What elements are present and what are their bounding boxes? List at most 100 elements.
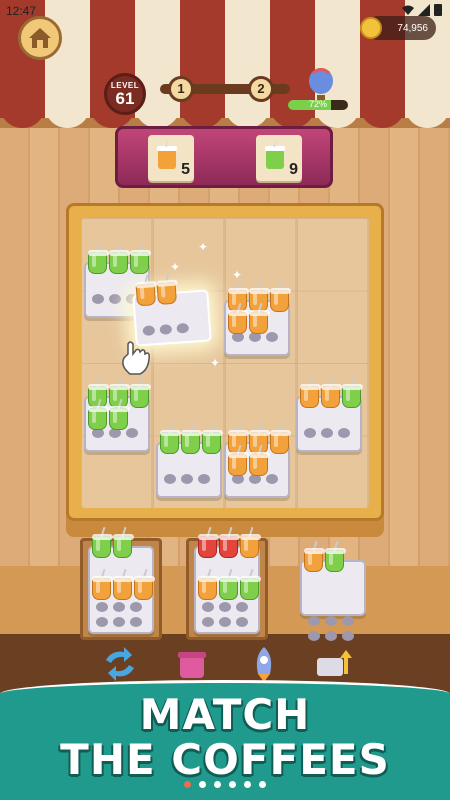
level-number: 61 (115, 89, 135, 108)
tray-hole (325, 616, 337, 626)
sparkle: ✦ (210, 356, 221, 370)
tray-hole (325, 631, 337, 641)
cup-lid (228, 288, 249, 294)
sparkle: ✦ (198, 240, 209, 254)
green-coffee-cup (92, 526, 113, 558)
orange-coffee-icon (157, 141, 177, 169)
page-dot[interactable] (244, 781, 251, 788)
cup-lid (156, 279, 178, 287)
tray-holes (142, 322, 197, 337)
green-coffee-cup (130, 242, 151, 274)
cup-lid (249, 310, 270, 316)
cup-lid (219, 576, 240, 582)
cup-row (160, 422, 223, 454)
tray-hole (342, 631, 354, 641)
cup-lid (109, 250, 130, 256)
cup-icon[interactable] (172, 644, 212, 684)
page-indicator (0, 781, 450, 788)
page-dot[interactable] (259, 781, 266, 788)
green-coffee-cup (130, 376, 151, 408)
tray-hole (92, 294, 104, 304)
orange-coffee-cup (228, 302, 249, 334)
cup-lid (240, 576, 261, 582)
page-dot[interactable] (229, 781, 236, 788)
order-panel: 5 9 (115, 126, 333, 188)
cup-lid (88, 406, 109, 412)
cup-lid (160, 430, 181, 436)
cup-lid (249, 452, 270, 458)
cup-lid (249, 430, 270, 436)
orange-coffee-cup (249, 444, 270, 476)
board-tray[interactable] (296, 376, 363, 452)
board-tray[interactable] (224, 422, 291, 498)
cup-lid (130, 250, 151, 256)
green-coffee-cup (88, 398, 109, 430)
status-icons (402, 3, 442, 16)
cup-lid (109, 406, 130, 412)
cup-row (88, 242, 151, 274)
order-count: 9 (289, 161, 298, 178)
tray-holes (164, 474, 218, 484)
orange-coffee-cup (249, 302, 270, 334)
cup-lid (88, 250, 109, 256)
green-coffee-cup (109, 398, 130, 430)
home-button[interactable] (18, 16, 62, 60)
tray-hole (96, 602, 108, 612)
cup-lid (92, 576, 113, 582)
cup-lid (202, 430, 223, 436)
tray-hole (130, 602, 142, 612)
cup-row (198, 526, 261, 558)
cup-lid (181, 430, 202, 436)
orange-coffee-cup (134, 568, 155, 600)
banner-title-line1: MATCH (139, 690, 311, 739)
queue-tray[interactable] (194, 526, 261, 634)
cup-lid (198, 534, 219, 540)
cup-lid (270, 430, 291, 436)
orange-coffee-cup (198, 568, 219, 600)
tray-hole (96, 617, 108, 627)
orange-coffee-cup (113, 568, 134, 600)
cup-lid (135, 280, 157, 289)
cup-lid (270, 288, 291, 294)
rocket-icon[interactable] (244, 644, 284, 684)
status-time: 12:47 (6, 4, 37, 18)
stage-marker-2: 2 (248, 76, 274, 102)
board-tray[interactable] (156, 422, 223, 498)
tray-hole (130, 617, 142, 627)
hot-air-balloon-icon (309, 68, 333, 101)
cup-lid (134, 576, 155, 582)
queue-tray[interactable] (88, 526, 155, 634)
green-coffee-cup (219, 568, 240, 600)
cup-lid (321, 384, 342, 390)
green-coffee-cup (325, 540, 346, 572)
home-icon (29, 28, 51, 48)
tray-holes (202, 602, 256, 627)
board-tray[interactable] (84, 376, 151, 452)
tray-hole (304, 428, 316, 438)
wifi-icon (402, 5, 414, 15)
green-coffee-cup (202, 422, 223, 454)
orange-coffee-cup (304, 540, 325, 572)
tray-hole (236, 617, 248, 627)
shuffle-icon[interactable] (100, 644, 140, 684)
page-dot[interactable] (184, 781, 191, 788)
cup-lid (198, 576, 219, 582)
order-card-orange: 5 (148, 135, 194, 181)
swap-tray-icon[interactable] (314, 644, 354, 684)
tray-hole (159, 324, 173, 335)
red-coffee-cup (198, 526, 219, 558)
green-coffee-cup (181, 422, 202, 454)
tray-hole (198, 474, 210, 484)
cup-lid (304, 548, 325, 554)
tray-hole (113, 617, 125, 627)
order-card-green: 9 (256, 135, 302, 181)
tray-hole (308, 631, 320, 641)
page-dot[interactable] (214, 781, 221, 788)
orange-coffee-cup (270, 280, 291, 312)
cup-lid (113, 576, 134, 582)
cup-lid (249, 288, 270, 294)
page-dot[interactable] (199, 781, 206, 788)
queue-tray[interactable] (300, 540, 366, 641)
tray-hole (202, 602, 214, 612)
board-tray[interactable] (224, 280, 291, 356)
